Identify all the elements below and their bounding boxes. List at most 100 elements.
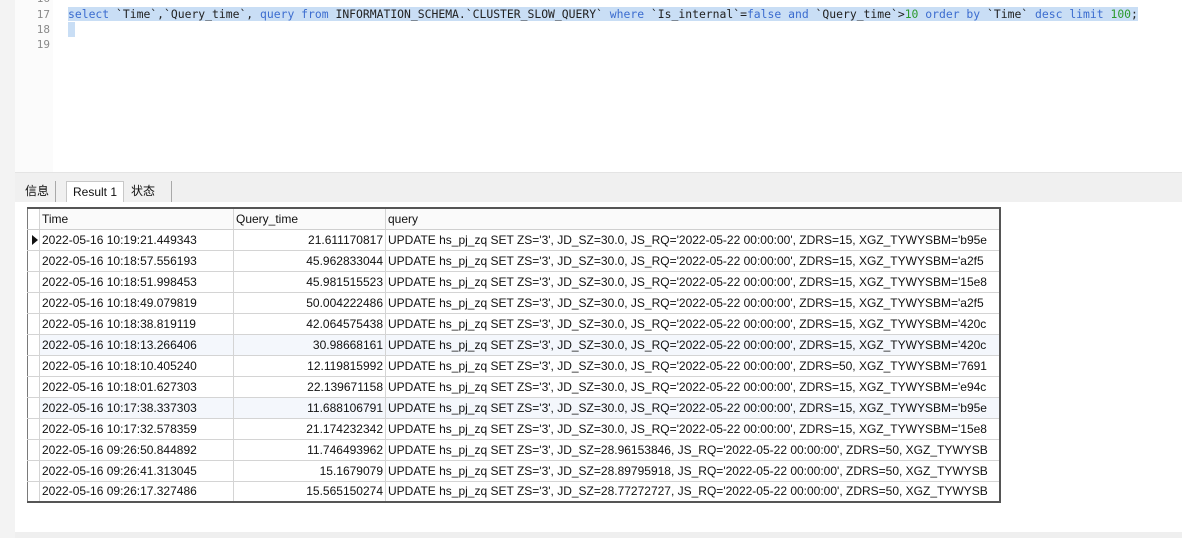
sql-text: `Time` [980,7,1036,21]
line-number: 19 [36,38,50,51]
cell-query-time[interactable]: 15.565150274 [233,480,386,503]
cell-time[interactable]: 2022-05-16 10:18:57.556193 [39,249,234,272]
grid-body: 2022-05-16 10:19:21.449343 21.611170817 UP… [27,228,1001,503]
row-indicator[interactable] [27,228,40,251]
cell-query[interactable]: UPDATE hs_pj_zq SET ZS='3', JD_SZ=30.0, … [385,249,1001,272]
cell-query[interactable]: UPDATE hs_pj_zq SET ZS='3', JD_SZ=30.0, … [385,333,1001,356]
row-indicator[interactable] [27,375,40,398]
table-row[interactable]: 2022-05-16 10:19:21.449343 21.611170817 UP… [27,228,1001,251]
sql-editor[interactable]: 16 17 18 19 select `Time`,`Query_time`, … [15,0,1182,172]
table-row[interactable]: 2022-05-16 10:17:32.578359 21.174232342 UP… [27,417,1001,440]
sql-keyword: query from [260,7,329,21]
line-number: 18 [36,23,50,36]
cell-query[interactable]: UPDATE hs_pj_zq SET ZS='3', JD_SZ=28.772… [385,480,1001,503]
cell-query[interactable]: UPDATE hs_pj_zq SET ZS='3', JD_SZ=30.0, … [385,375,1001,398]
sql-text: INFORMATION_SCHEMA.`CLUSTER_SLOW_QUERY` [328,7,610,21]
row-indicator[interactable] [27,354,40,377]
cell-query-time[interactable]: 12.119815992 [233,354,386,377]
grid-header-row: Time Query_time query [27,207,1001,230]
table-row[interactable]: 2022-05-16 10:18:57.556193 45.962833044 UP… [27,249,1001,272]
sql-number: 10 [904,7,919,21]
sql-text: `Is_internal`= [644,7,747,21]
cell-query[interactable]: UPDATE hs_pj_zq SET ZS='3', JD_SZ=28.897… [385,459,1001,482]
row-indicator[interactable] [27,333,40,356]
result-grid-panel: Time Query_time query 2022-05-16 10:19:2… [15,202,1182,532]
cell-query[interactable]: UPDATE hs_pj_zq SET ZS='3', JD_SZ=30.0, … [385,417,1001,440]
grid-scrollbar-track[interactable] [15,532,1182,538]
table-row[interactable]: 2022-05-16 10:17:38.337303 11.688106791 UP… [27,396,1001,419]
sql-text: `Query_time`> [808,7,905,21]
column-header-query-time[interactable]: Query_time [233,207,386,230]
cell-time[interactable]: 2022-05-16 09:26:17.327486 [39,480,234,503]
table-row[interactable]: 2022-05-16 09:26:17.327486 15.565150274 UP… [27,480,1001,503]
cell-query-time[interactable]: 11.688106791 [233,396,386,419]
column-header-time[interactable]: Time [39,207,234,230]
cell-query-time[interactable]: 30.98668161 [233,333,386,356]
cell-query-time[interactable]: 15.1679079 [233,459,386,482]
result-tabs-bar: 信息 Result 1 状态 [15,172,1182,203]
current-row-arrow-icon [32,234,38,245]
row-indicator[interactable] [27,480,40,503]
sql-keyword: order by [925,7,981,21]
cell-query[interactable]: UPDATE hs_pj_zq SET ZS='3', JD_SZ=30.0, … [385,291,1001,314]
row-indicator[interactable] [27,459,40,482]
row-indicator[interactable] [27,417,40,440]
cell-time[interactable]: 2022-05-16 10:18:51.998453 [39,270,234,293]
row-indicator[interactable] [27,438,40,461]
cell-query[interactable]: UPDATE hs_pj_zq SET ZS='3', JD_SZ=30.0, … [385,270,1001,293]
sql-keyword: select [68,7,110,21]
column-header-query[interactable]: query [385,207,1001,230]
sql-query-line[interactable]: select `Time`,`Query_time`, query from I… [68,7,1138,22]
table-row[interactable]: 2022-05-16 09:26:41.313045 15.1679079 UPDA… [27,459,1001,482]
row-indicator[interactable] [27,312,40,335]
cell-query[interactable]: UPDATE hs_pj_zq SET ZS='3', JD_SZ=30.0, … [385,228,1001,251]
table-row[interactable]: 2022-05-16 10:18:38.819119 42.064575438 UP… [27,312,1001,335]
table-row[interactable]: 2022-05-16 10:18:49.079819 50.004222486 UP… [27,291,1001,314]
cell-query-time[interactable]: 21.611170817 [233,228,386,251]
cell-time[interactable]: 2022-05-16 10:18:38.819119 [39,312,234,335]
cell-query-time[interactable]: 21.174232342 [233,417,386,440]
tab-status[interactable]: 状态 [125,181,172,203]
cell-query[interactable]: UPDATE hs_pj_zq SET ZS='3', JD_SZ=28.961… [385,438,1001,461]
cell-time[interactable]: 2022-05-16 10:18:10.405240 [39,354,234,377]
cell-time[interactable]: 2022-05-16 09:26:41.313045 [39,459,234,482]
row-indicator[interactable] [27,270,40,293]
cell-query[interactable]: UPDATE hs_pj_zq SET ZS='3', JD_SZ=30.0, … [385,354,1001,377]
table-row[interactable]: 2022-05-16 10:18:51.998453 45.981515523 UP… [27,270,1001,293]
cell-query-time[interactable]: 11.746493962 [233,438,386,461]
selection-line-end [68,22,75,37]
table-row[interactable]: 2022-05-16 10:18:01.627303 22.139671158 UP… [27,375,1001,398]
result-grid: Time Query_time query 2022-05-16 10:19:2… [27,207,1001,503]
cell-query-time[interactable]: 22.139671158 [233,375,386,398]
table-row[interactable]: 2022-05-16 10:18:13.266406 30.98668161 UPD… [27,333,1001,356]
cell-time[interactable]: 2022-05-16 10:18:01.627303 [39,375,234,398]
sql-keyword: false and [746,7,809,21]
table-row[interactable]: 2022-05-16 09:26:50.844892 11.746493962 UP… [27,438,1001,461]
line-number-gutter: 16 17 18 19 [15,0,53,172]
sql-keyword: where [609,7,645,21]
cell-query-time[interactable]: 45.962833044 [233,249,386,272]
cell-time[interactable]: 2022-05-16 09:26:50.844892 [39,438,234,461]
tab-result-1[interactable]: Result 1 [66,181,125,203]
cell-time[interactable]: 2022-05-16 10:18:13.266406 [39,333,234,356]
tab-info[interactable]: 信息 [19,181,57,203]
row-indicator[interactable] [27,396,40,419]
cell-query-time[interactable]: 50.004222486 [233,291,386,314]
left-panel-edge [0,0,15,538]
cell-query[interactable]: UPDATE hs_pj_zq SET ZS='3', JD_SZ=30.0, … [385,396,1001,419]
sql-keyword: desc limit [1035,7,1104,21]
cell-time[interactable]: 2022-05-16 10:18:49.079819 [39,291,234,314]
cell-time[interactable]: 2022-05-16 10:17:38.337303 [39,396,234,419]
cell-query-time[interactable]: 45.981515523 [233,270,386,293]
sql-number: 100 [1110,7,1132,21]
table-row[interactable]: 2022-05-16 10:18:10.405240 12.119815992 UP… [27,354,1001,377]
row-indicator[interactable] [27,249,40,272]
cell-query-time[interactable]: 42.064575438 [233,312,386,335]
row-indicator[interactable] [27,291,40,314]
cell-query[interactable]: UPDATE hs_pj_zq SET ZS='3', JD_SZ=30.0, … [385,312,1001,335]
cell-time[interactable]: 2022-05-16 10:17:32.578359 [39,417,234,440]
sql-text: ; [1131,7,1138,21]
sql-text: `Time`,`Query_time`, [109,7,261,21]
line-number: 16 [15,0,50,5]
cell-time[interactable]: 2022-05-16 10:19:21.449343 [39,228,234,251]
